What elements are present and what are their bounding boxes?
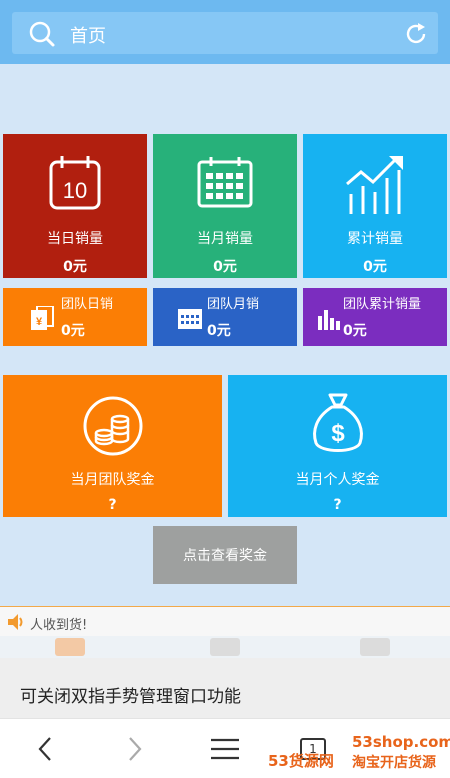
menu-icon [211, 738, 239, 760]
tile-personal-bonus-label: 当月个人奖金 [295, 472, 380, 488]
tile-daily-value: 0元 [63, 259, 87, 275]
tile-personal-bonus[interactable]: $ 当月个人奖金 ? [228, 375, 447, 517]
faded-user-icon [360, 638, 390, 656]
watermark-url: 53shop.com [352, 733, 450, 751]
tile-monthly-label: 当月销量 [197, 231, 253, 247]
tile-team-monthly-label: 团队月销 [207, 297, 260, 312]
forward-button[interactable] [110, 719, 160, 778]
view-bonus-button[interactable]: 点击查看奖金 [153, 526, 297, 584]
menu-button[interactable] [200, 719, 250, 778]
speaker-icon [8, 614, 23, 630]
faded-home-icon [55, 638, 85, 656]
tile-team-cumulative-label: 团队累计销量 [343, 297, 422, 312]
chevron-left-icon [38, 737, 51, 761]
tile-team-bonus[interactable]: 当月团队奖金 ? [3, 375, 222, 517]
svg-text:¥: ¥ [36, 316, 43, 328]
calendar-month-icon [197, 157, 253, 208]
tile-monthly-value: 0元 [213, 259, 237, 275]
calendar-icon [178, 309, 202, 329]
tile-monthly-sales[interactable]: 当月销量 0元 [153, 134, 297, 278]
toast-text: 可关闭双指手势管理窗口功能 [20, 687, 241, 707]
search-text: 首页 [70, 26, 106, 47]
tile-personal-bonus-value: ? [333, 497, 342, 513]
svg-text:$: $ [331, 420, 345, 447]
calendar-day-icon: 10 [49, 156, 101, 210]
tile-daily-sales[interactable]: 10 当日销量 0元 [3, 134, 147, 278]
search-bar[interactable]: 首页 [12, 12, 438, 54]
tile-team-bonus-label: 当月团队奖金 [70, 472, 155, 488]
chevron-right-icon [129, 737, 142, 761]
tile-team-daily-value: 0元 [61, 323, 85, 339]
top-bar: 首页 [0, 0, 450, 64]
tile-cumulative-sales[interactable]: 累计销量 0元 [303, 134, 447, 278]
faded-tab-icon [210, 638, 240, 656]
ticker-text: 人收到货! [30, 618, 88, 633]
watermark-brand: 53货源网 [268, 752, 334, 770]
faded-tab-bar [0, 636, 450, 658]
tile-team-daily-label: 团队日销 [61, 297, 114, 312]
toast-message: 可关闭双指手势管理窗口功能 [0, 658, 450, 718]
tile-cumulative-label: 累计销量 [347, 231, 403, 247]
tile-team-bonus-value: ? [108, 497, 117, 513]
tile-team-monthly-value: 0元 [207, 323, 231, 339]
tile-team-cumulative-value: 0元 [343, 323, 367, 339]
back-button[interactable] [20, 719, 70, 778]
tile-daily-label: 当日销量 [47, 231, 103, 247]
search-icon [29, 21, 55, 47]
tile-team-daily[interactable]: ¥ 团队日销 0元 [3, 288, 147, 346]
money-bag-icon: $ [312, 393, 363, 452]
tile-cumulative-value: 0元 [363, 259, 387, 275]
refresh-icon[interactable] [404, 22, 428, 46]
coins-icon [83, 396, 142, 456]
bar-chart-icon [318, 310, 340, 330]
growth-chart-icon [346, 156, 403, 214]
tile-team-monthly[interactable]: 团队月销 0元 [153, 288, 297, 346]
announcement-ticker: 人收到货! [0, 606, 450, 636]
calendar-day-number: 10 [63, 178, 87, 203]
money-icon: ¥ [31, 306, 54, 330]
watermark-slogan: 淘宝开店货源 [352, 755, 436, 771]
tile-team-cumulative[interactable]: 团队累计销量 0元 [303, 288, 447, 346]
